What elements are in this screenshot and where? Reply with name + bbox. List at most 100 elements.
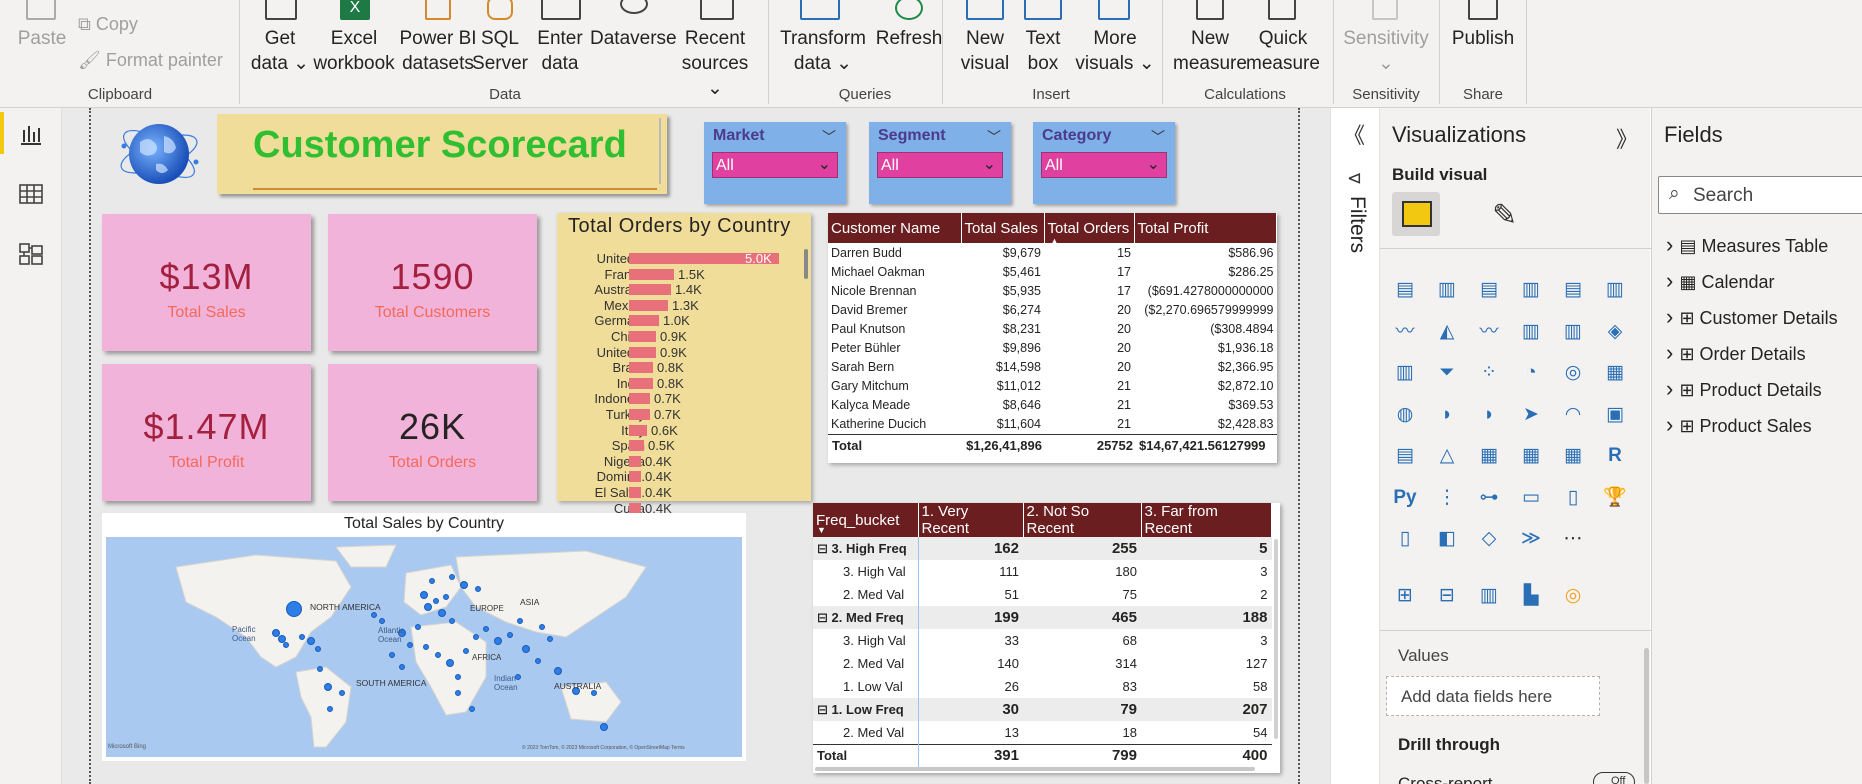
card-total-profit[interactable]: $1.47M Total Profit bbox=[102, 364, 311, 501]
chevron-right-icon[interactable]: › bbox=[1666, 412, 1679, 437]
map-bubble[interactable] bbox=[307, 637, 315, 645]
azure-map-icon[interactable]: ➤ bbox=[1516, 401, 1546, 429]
card-total-sales[interactable]: $13M Total Sales bbox=[102, 214, 311, 351]
column-header[interactable]: 2. Not So Recent bbox=[1023, 503, 1142, 537]
power-bi-datasets-button[interactable]: Power BI datasets bbox=[396, 26, 480, 76]
table-row[interactable]: Nicole Brennan $5,935 17 ($691.427800000000… bbox=[828, 281, 1277, 300]
multi-row-card-icon[interactable]: ▤ bbox=[1390, 442, 1420, 470]
map-bubble[interactable] bbox=[435, 652, 441, 658]
smart-narrative-icon[interactable]: ▯ bbox=[1558, 484, 1588, 512]
treemap-icon[interactable]: ▦ bbox=[1600, 359, 1630, 387]
custom-visual-icon[interactable]: ⊞ bbox=[1390, 582, 1420, 610]
column-header[interactable]: 1. Very Recent bbox=[918, 503, 1024, 537]
excel-workbook-button[interactable]: Excel workbook bbox=[312, 26, 396, 76]
filters-strip[interactable]: 《 ⊲ Filters bbox=[1330, 108, 1378, 784]
map-bubble[interactable] bbox=[429, 578, 435, 584]
slicer-market[interactable]: Market ﹀ All ⌄ bbox=[704, 122, 846, 204]
matrix-row[interactable]: 2. Med Val 140 314 127 bbox=[813, 652, 1272, 675]
copy-button[interactable]: ⧉ Copy bbox=[78, 14, 138, 35]
card-total-orders[interactable]: 26K Total Orders bbox=[328, 364, 537, 501]
map-bubble[interactable] bbox=[517, 618, 523, 624]
map-bubble[interactable] bbox=[600, 723, 608, 731]
key-influencers-icon[interactable]: ⋮ bbox=[1432, 484, 1462, 512]
add-data-fields-well[interactable]: Add data fields here bbox=[1386, 676, 1600, 716]
donut-icon[interactable]: ◎ bbox=[1558, 359, 1588, 387]
chart-bar-row[interactable]: Germa... 1.0K bbox=[557, 313, 811, 328]
row-header[interactable]: ⊟ 3. High Freq bbox=[813, 537, 919, 560]
column-header[interactable]: 3. Far from Recent bbox=[1141, 503, 1272, 537]
map-bubble[interactable] bbox=[283, 642, 289, 648]
table-row[interactable]: David Bremer $6,274 20 ($2,270.696579999999 bbox=[828, 300, 1277, 319]
map-bubble[interactable] bbox=[455, 674, 461, 680]
chart-bar-row[interactable]: Domin... 0.4K bbox=[557, 469, 811, 484]
get-data-button[interactable]: Get data ⌄ bbox=[248, 26, 312, 76]
ribbon-chart-icon[interactable]: ◈ bbox=[1600, 318, 1630, 346]
map-bubble[interactable] bbox=[371, 612, 377, 618]
map-bubble[interactable] bbox=[460, 581, 468, 589]
paste-button[interactable]: Paste bbox=[14, 26, 70, 51]
collapse-chevron-icon[interactable]: 《 bbox=[1343, 118, 1365, 150]
chart-bar[interactable] bbox=[629, 299, 668, 311]
chart-bar[interactable] bbox=[629, 424, 647, 436]
stacked-area-icon[interactable]: 〰 bbox=[1474, 318, 1504, 346]
fields-search-input[interactable]: ⌕ Search bbox=[1658, 176, 1862, 214]
transform-data-button[interactable]: Transform data ⌄ bbox=[776, 26, 870, 76]
format-painter-button[interactable]: 🖌 Format painter bbox=[78, 50, 223, 71]
chart-bar-row[interactable]: France 1.5K bbox=[557, 267, 811, 282]
power-automate-icon[interactable]: ◇ bbox=[1474, 525, 1504, 553]
clustered-column-icon[interactable]: ▥ bbox=[1516, 276, 1546, 304]
chart-bar[interactable] bbox=[629, 284, 671, 296]
chart-bar-row[interactable]: Spain0.5K bbox=[557, 438, 811, 453]
map-bubble[interactable] bbox=[463, 648, 469, 654]
row-header[interactable]: 2. Med Val bbox=[813, 721, 919, 744]
column-header[interactable]: Freq_bucket ▼ bbox=[813, 503, 919, 537]
slicer-dropdown[interactable]: All ⌄ bbox=[712, 152, 838, 178]
row-header[interactable]: 3. High Val bbox=[813, 560, 919, 583]
field-table-item[interactable]: › ▤ Measures Table bbox=[1666, 232, 1828, 258]
chevron-down-icon[interactable]: ﹀ bbox=[987, 127, 1001, 147]
build-visual-tab[interactable] bbox=[1392, 192, 1440, 236]
chart-bar[interactable] bbox=[629, 487, 641, 498]
chevron-down-icon[interactable]: ﹀ bbox=[822, 127, 836, 147]
map-bubble[interactable] bbox=[473, 634, 479, 640]
publish-button[interactable]: Publish bbox=[1448, 26, 1518, 51]
matrix-hscroll[interactable] bbox=[815, 767, 1255, 771]
line-chart-icon[interactable]: 〰 bbox=[1390, 318, 1420, 346]
ellipsis-icon[interactable]: ⋯ bbox=[1558, 525, 1588, 553]
row-header[interactable]: 2. Med Val bbox=[813, 583, 919, 606]
area-chart-icon[interactable]: ◭ bbox=[1432, 318, 1462, 346]
chart-bar-row[interactable]: Nigeria 0.4K bbox=[557, 454, 811, 469]
chevron-down-icon[interactable]: ﹀ bbox=[1151, 127, 1165, 147]
matrix-row[interactable]: 1. Low Val 26 83 58 bbox=[813, 675, 1272, 698]
qa-icon[interactable]: ▭ bbox=[1516, 484, 1546, 512]
chart-bar-row[interactable]: Mexico 1.3K bbox=[557, 298, 811, 313]
map-bubble[interactable] bbox=[449, 574, 455, 580]
100-bar-icon[interactable]: ▤ bbox=[1558, 276, 1588, 304]
chart-bar-row[interactable]: El Salv... 0.4K bbox=[557, 485, 811, 500]
quick-measure-button[interactable]: Quick measure bbox=[1240, 26, 1326, 76]
goals-icon[interactable]: 🏆 bbox=[1600, 484, 1630, 512]
card-icon[interactable]: ▣ bbox=[1600, 401, 1630, 429]
table-view-icon[interactable] bbox=[18, 182, 44, 206]
matrix-row[interactable]: ⊟ 1. Low Freq 30 79 207 bbox=[813, 698, 1272, 721]
format-visual-icon[interactable]: ✎ bbox=[1492, 198, 1517, 233]
map-bubble[interactable] bbox=[317, 666, 323, 672]
map-bubble[interactable] bbox=[327, 706, 333, 712]
recent-sources-button[interactable]: Recent sources ⌄ bbox=[672, 26, 758, 101]
new-measure-button[interactable]: New measure bbox=[1172, 26, 1248, 76]
sales-by-country-map[interactable]: Total Sales by Country NORTH AMERICA SOU… bbox=[102, 513, 746, 761]
chart-bar[interactable] bbox=[629, 346, 656, 358]
decomposition-tree-icon[interactable]: ⊶ bbox=[1474, 484, 1504, 512]
map-bubble[interactable] bbox=[547, 636, 553, 642]
chart-bar[interactable] bbox=[629, 362, 653, 374]
kpi-icon[interactable]: △ bbox=[1432, 442, 1462, 470]
refresh-button[interactable]: Refresh bbox=[866, 26, 952, 51]
row-header[interactable]: 2. Med Val bbox=[813, 652, 919, 675]
chart-bar-row[interactable]: United... 0.9K bbox=[557, 345, 811, 360]
gauge-icon[interactable]: ◠ bbox=[1558, 401, 1588, 429]
card-total-customers[interactable]: 1590 Total Customers bbox=[328, 214, 537, 351]
map-bubble[interactable] bbox=[389, 652, 395, 658]
matrix-row[interactable]: 2. Med Val 13 18 54 bbox=[813, 721, 1272, 744]
chart-bar[interactable] bbox=[629, 393, 650, 405]
model-view-icon[interactable] bbox=[18, 242, 44, 266]
